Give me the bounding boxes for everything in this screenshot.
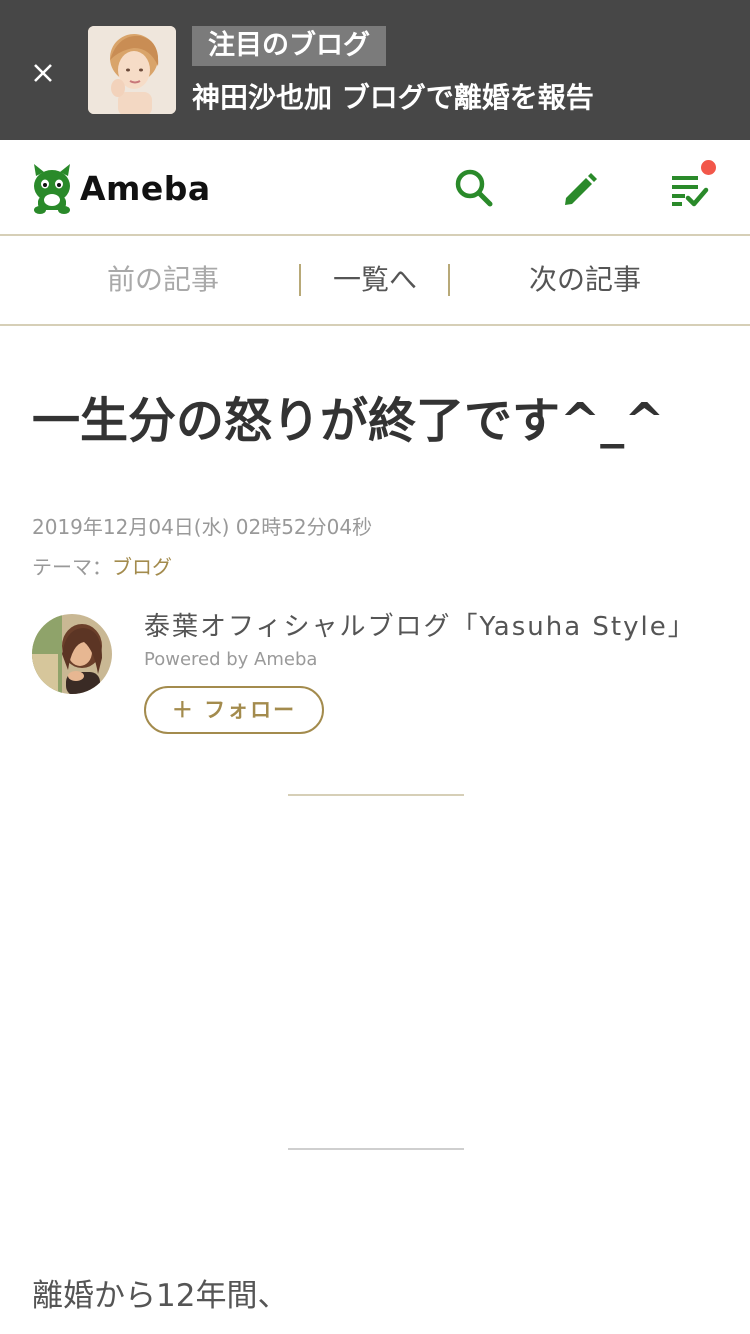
notification-list-icon[interactable] <box>668 160 716 210</box>
post-timestamp: 2019年12月04日(水) 02時52分04秒 <box>32 515 373 539</box>
article-list-link[interactable]: 一覧へ <box>302 236 448 324</box>
page-title: 一生分の怒りが終了です^_^ <box>32 393 665 449</box>
ad-placeholder <box>0 800 750 1144</box>
ad-divider-top <box>288 794 464 796</box>
logo-text: Ameba <box>80 168 211 208</box>
banner-headline[interactable]: 神田沙也加 ブログで離婚を報告 <box>192 78 594 118</box>
close-icon[interactable] <box>22 52 64 94</box>
follow-button[interactable]: ＋ フォロー <box>144 686 324 734</box>
featured-blog-banner[interactable]: 注目のブログ 神田沙也加 ブログで離婚を報告 <box>0 0 750 140</box>
article-navigation: 前の記事 一覧へ 次の記事 <box>0 236 750 326</box>
ad-divider-bottom <box>288 1148 464 1150</box>
ameba-logo[interactable]: Ameba <box>30 160 211 216</box>
featured-badge: 注目のブログ <box>192 26 386 66</box>
post-theme: テーマ：ブログ <box>32 552 172 582</box>
blog-name-link[interactable]: 泰葉オフィシャルブログ「Yasuha Style」 <box>144 608 696 646</box>
edit-pencil-icon[interactable] <box>558 166 602 210</box>
banner-thumbnail-image[interactable] <box>88 26 176 114</box>
theme-label: テーマ： <box>32 555 112 579</box>
prev-article-link[interactable]: 前の記事 <box>68 236 258 324</box>
article-body-text: 離婚から12年間、 <box>32 1278 289 1314</box>
avatar[interactable] <box>32 614 112 694</box>
nav-divider <box>448 264 450 296</box>
next-article-link[interactable]: 次の記事 <box>490 236 680 324</box>
search-icon[interactable] <box>452 166 496 210</box>
nav-divider <box>299 264 301 296</box>
site-header: Ameba <box>0 140 750 236</box>
powered-by-label: Powered by Ameba <box>144 649 318 670</box>
theme-link[interactable]: ブログ <box>112 555 172 579</box>
ameba-mascot-icon <box>34 164 70 214</box>
notification-badge <box>701 160 716 175</box>
